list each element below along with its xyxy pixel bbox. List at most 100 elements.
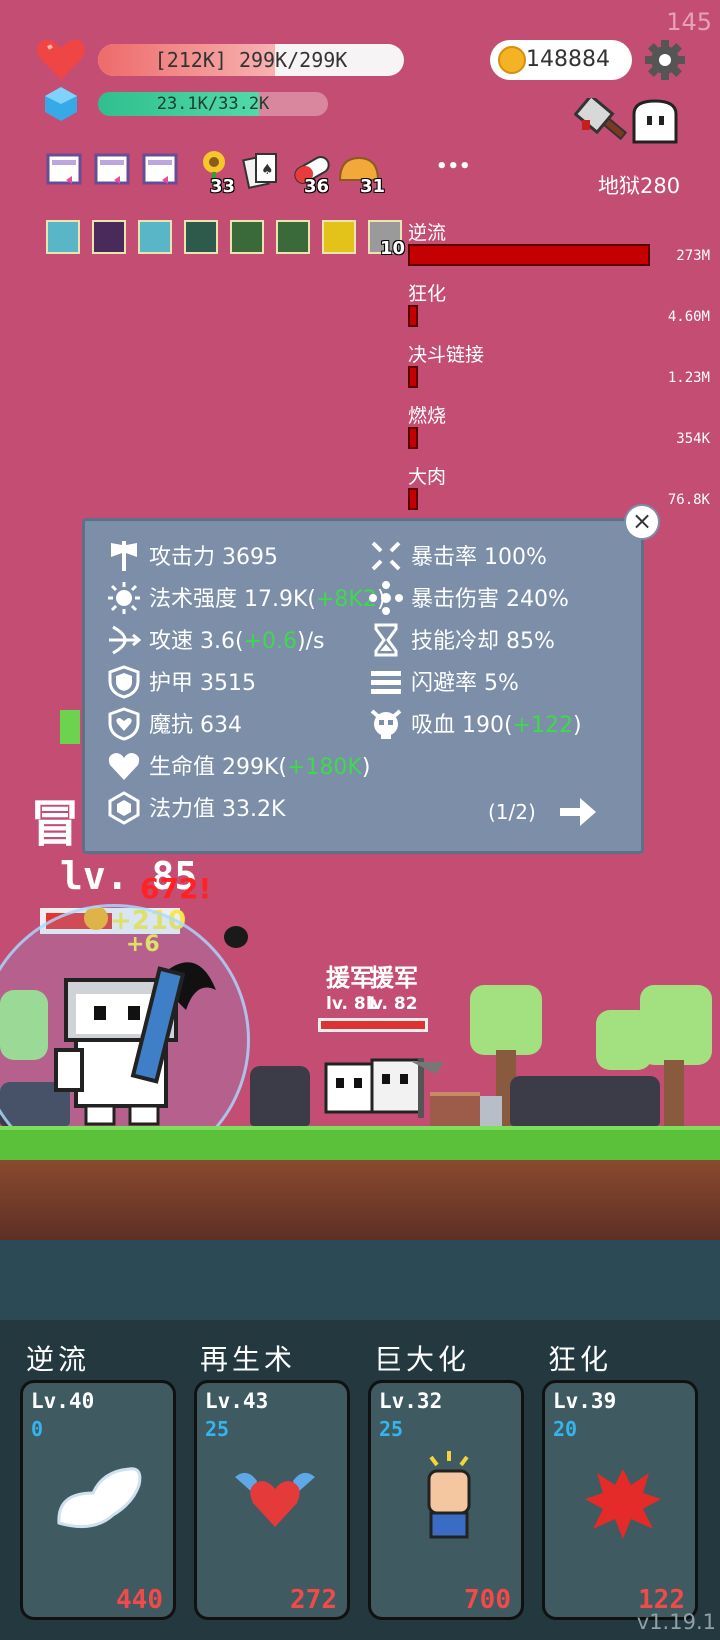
mana-text: 23.1K/33.2K (156, 94, 270, 114)
tree (470, 985, 542, 1055)
damage-bar (408, 427, 418, 449)
rock (250, 1066, 310, 1126)
skull-buff-icon (184, 220, 218, 254)
coin-counter: 148884 (490, 40, 632, 80)
skill-card-backflow[interactable]: Lv.40 0 440 (20, 1380, 176, 1620)
skill-card-giant[interactable]: Lv.32 25 700 (368, 1380, 524, 1620)
water (0, 1240, 720, 1320)
stat-spell-power: 法术强度 17.9K(+8K2) (149, 587, 386, 612)
rock (590, 1076, 660, 1126)
hp-text: [212K] 299K/299K (154, 48, 348, 72)
damage-bar (408, 244, 650, 266)
scroll-item-icon[interactable] (94, 152, 130, 188)
axe-icon (111, 541, 137, 571)
damage-source-name: 逆流 (408, 222, 447, 244)
monster-buff-icon (322, 220, 356, 254)
stat-magic-resist: 魔抗 634 (149, 713, 242, 738)
stat-mana: 法力值 33.2K (149, 797, 286, 822)
card-price: 440 (116, 1585, 163, 1615)
skill-card-berserk[interactable]: Lv.39 20 122 (542, 1380, 698, 1620)
mana-crystal-icon (45, 87, 77, 121)
fist-icon (427, 1451, 471, 1539)
fps-counter: 145 (666, 8, 712, 36)
ally-skeleton-sprites (324, 1058, 444, 1118)
mana-bar: 23.1K/33.2K (98, 92, 328, 116)
skill-card-regen[interactable]: Lv.43 25 272 (194, 1380, 350, 1620)
vampire-skull-icon (370, 709, 402, 739)
settings-gear-icon[interactable] (643, 38, 687, 82)
tree (640, 985, 712, 1065)
crit-rate-icon (371, 541, 401, 571)
scroll-item-icon[interactable] (142, 152, 178, 188)
ground-grass (0, 1126, 720, 1164)
card-mana-cost: 0 (31, 1417, 44, 1441)
damage-bar (408, 305, 418, 327)
card-level: Lv.39 (553, 1389, 617, 1413)
stat-health: 生命值 299K(+180K) (149, 755, 371, 780)
next-page-arrow-icon[interactable] (558, 796, 598, 828)
shield-icon (108, 665, 140, 699)
card-title: 巨大化 (374, 1343, 471, 1376)
hero-knight-sprite (54, 962, 216, 1126)
damage-source-name: 狂化 (408, 283, 447, 305)
stat-armor: 护甲 3515 (149, 671, 256, 696)
demon-buff-icon (92, 220, 126, 254)
damage-source-name: 大肉 (408, 466, 447, 488)
ground-dirt (0, 1160, 720, 1240)
stat-cooldown: 技能冷却 85% (411, 629, 555, 654)
lightbulb-buff-icon (138, 220, 172, 254)
item-count: 33 (210, 176, 236, 197)
buff-stack-count: 10 (380, 238, 406, 259)
wing-icon (57, 1467, 142, 1529)
stats-page-indicator: (1/2) (488, 800, 536, 824)
damage-source-name: 燃烧 (408, 405, 447, 427)
more-items-button[interactable]: ••• (436, 156, 471, 177)
stat-attack: 攻击力 3695 (149, 545, 278, 570)
damage-value: 354K (676, 431, 710, 447)
close-button[interactable]: × (624, 504, 660, 540)
heart-shield-icon (108, 707, 140, 741)
bow-icon (109, 625, 141, 655)
svg-text:♠: ♠ (261, 162, 274, 178)
ally-name: 援军 (326, 964, 374, 992)
sprout-buff-icon (230, 220, 264, 254)
card-title: 逆流 (26, 1343, 91, 1376)
crystal-icon (108, 791, 140, 825)
item-count: 36 (304, 176, 330, 197)
ally-hp-fill (321, 1021, 425, 1029)
damage-value: 1.23M (667, 370, 710, 386)
stat-attack-speed: 攻速 3.6(+0.6)/s (149, 629, 325, 654)
coin-value: 148884 (526, 47, 610, 72)
damage-bar (408, 366, 418, 388)
hero-title: 冒 (30, 795, 80, 853)
damage-popup: 672! (140, 872, 212, 905)
grass-plus-icon (60, 710, 80, 744)
stat-crit-rate: 暴击率 100% (411, 545, 547, 570)
hp-bar: [212K] 299K/299K (98, 44, 404, 76)
card-title: 再生术 (200, 1343, 297, 1376)
card-title: 狂化 (548, 1343, 613, 1376)
stat-crit-damage: 暴击伤害 240% (411, 587, 569, 612)
cards-item-icon[interactable]: ♠ (242, 150, 282, 190)
card-mana-cost: 25 (205, 1417, 230, 1441)
card-mana-cost: 20 (553, 1417, 578, 1441)
card-price: 700 (464, 1585, 511, 1615)
ally-name: 援军 (370, 964, 418, 992)
ally-hp-bar (318, 1018, 428, 1032)
damage-value: 273M (676, 248, 710, 264)
lightbulb-buff-icon (46, 220, 80, 254)
damage-value: 76.8K (667, 492, 710, 508)
scroll-item-icon[interactable] (46, 152, 82, 188)
gravestone (480, 1096, 502, 1126)
card-level: Lv.40 (31, 1389, 95, 1413)
coin-icon (498, 46, 526, 74)
card-level: Lv.32 (379, 1389, 443, 1413)
heart-icon (37, 39, 85, 80)
sun-icon (108, 582, 140, 614)
damage-bar (408, 488, 418, 510)
ghost-icon (632, 99, 678, 144)
dodge-icon (371, 671, 401, 694)
damage-value: 4.60M (667, 309, 710, 325)
stat-dodge: 闪避率 5% (411, 671, 519, 696)
sprout-buff-icon (276, 220, 310, 254)
